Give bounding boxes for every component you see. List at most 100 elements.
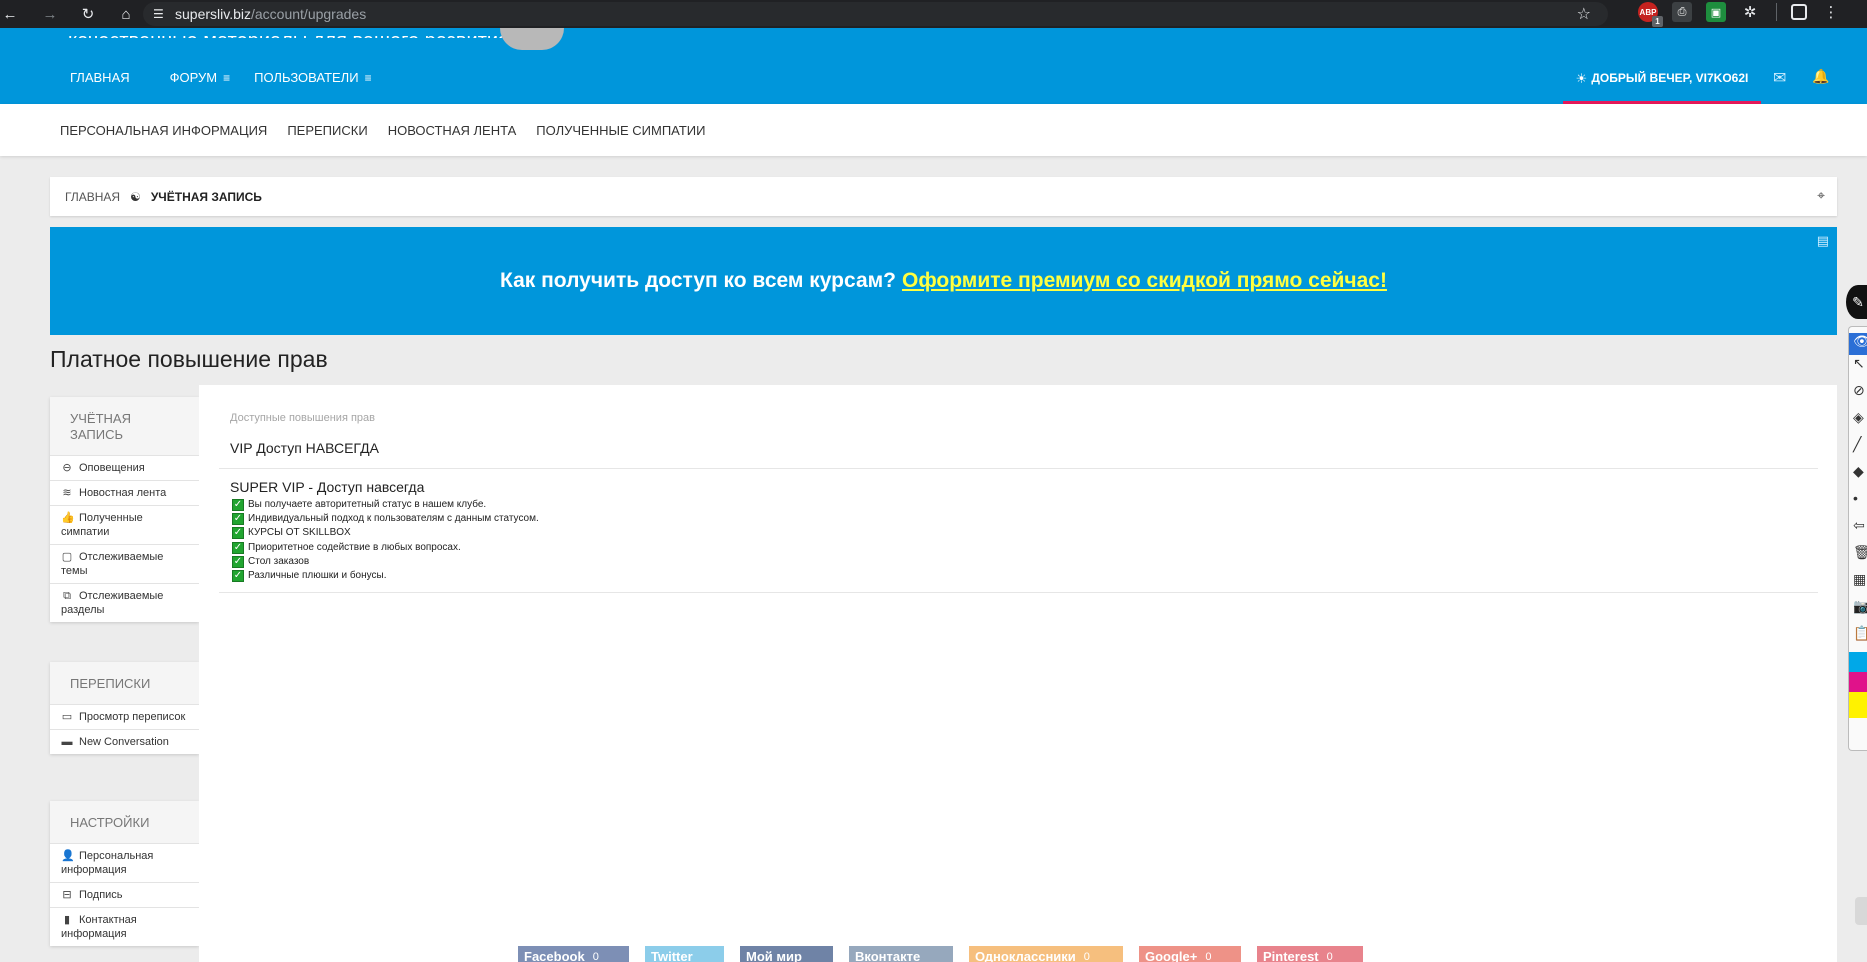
side-panel-icon[interactable] [1791,4,1807,20]
share-facebook-button[interactable]: Facebook 0 [518,946,629,962]
user-greeting-menu[interactable]: ☀ ДОБРЫЙ ВЕЧЕР, VI7KO62I [1563,71,1761,104]
message-icon: ▬ [61,736,73,748]
breadcrumb-home[interactable]: ГЛАВНАЯ [65,190,120,204]
highlighter-icon[interactable]: ◈ [1849,409,1867,436]
alert-circle-icon: ⊖ [62,462,72,474]
nav-users[interactable]: ПОЛЬЗОВАТЕЛИ ≡ [254,70,371,85]
sidebar-item-new-conversation[interactable]: ▬ New Conversation [50,729,199,754]
checkmark-icon: ✓ [232,513,244,526]
color-swatch-yellow[interactable] [1849,692,1867,718]
mail-icon[interactable]: ✉ [1773,68,1786,88]
sunset-icon: ☀ [1575,71,1588,86]
subnav-personal-info[interactable]: ПЕРСОНАЛЬНАЯ ИНФОРМАЦИЯ [60,123,267,138]
sidebar-item-label: Отслеживаемые темы [61,551,164,577]
sidebar-item-signature[interactable]: ⊟ Подпись [50,882,199,907]
bell-icon[interactable]: 🔔 [1812,68,1829,85]
banner-premium-link[interactable]: Оформите премиум со скидкой прямо сейчас… [902,269,1387,293]
subnav-news-feed[interactable]: НОВОСТНАЯ ЛЕНТА [388,123,517,138]
save-extension-icon[interactable]: ▣ [1706,2,1726,22]
upgrade-vip-title[interactable]: VIP Доступ НАВСЕГДА [230,440,379,456]
color-swatch-magenta[interactable] [1849,672,1867,692]
share-odnoklassniki-button[interactable]: Одноклассники 0 [969,946,1123,962]
upgrades-panel: Доступные повышения прав VIP Доступ НАВС… [199,385,1837,962]
feature-text: Индивидуальный подход к пользователям с … [248,513,539,525]
notice-dismiss-icon[interactable]: ▤ [1817,233,1829,249]
divider [219,468,1818,469]
forward-arrow-icon[interactable]: → [38,2,62,26]
cursor-icon[interactable]: ↖ [1849,355,1867,382]
list-item: ✓ Индивидуальный подход к пользователям с… [232,512,539,526]
vkontakte-label: Вконтакте [855,949,921,962]
comments-icon: ⧉ [63,590,71,602]
annotation-tool-toggle-icon[interactable]: ✎ [1846,285,1867,319]
sidebar-conversations-title: ПЕРЕПИСКИ [70,676,151,691]
bookmark-star-icon[interactable]: ☆ [1577,4,1591,24]
share-moimir-button[interactable]: Мой мир [740,946,833,962]
sidebar-conversations-block: ПЕРЕПИСКИ ▭ Просмотр переписок ▬ New Conve… [50,662,199,754]
nav-forum[interactable]: ФОРУМ ≡ [170,70,230,85]
checkmark-icon: ✓ [232,570,244,583]
eraser-icon[interactable]: ◆ [1849,463,1867,490]
camera-icon[interactable]: 📷 [1849,598,1867,625]
share-pinterest-button[interactable]: Pinterest 0 [1257,946,1363,962]
sidebar-item-news-feed[interactable]: ≋ Новостная лента [50,480,199,505]
sidebar-item-watched-forums[interactable]: ⧉ Отслеживаемые разделы [50,583,199,622]
sidebar-item-label: Новостная лента [79,487,167,499]
site-tagline: качественные материалы для вашего развит… [68,22,509,38]
color-swatch-cyan[interactable] [1849,652,1867,672]
signature-icon: ⊟ [62,889,72,901]
extensions-puzzle-icon[interactable]: ✲ [1740,2,1760,22]
super-vip-features: ✓ Вы получаете авторитетный статус в наше… [232,498,539,583]
sidebar-item-label: Просмотр переписок [79,711,186,723]
hide-icon[interactable]: ⊘ [1849,382,1867,409]
subnav-likes-received[interactable]: ПОЛУЧЕННЫЕ СИМПАТИИ [536,123,705,138]
sidebar-item-likes[interactable]: 👍 Полученные симпатии [50,505,199,544]
upgrade-super-vip-title[interactable]: SUPER VIP - Доступ навсегда [230,479,424,495]
sidebar-item-view-conversations[interactable]: ▭ Просмотр переписок [50,704,199,729]
back-arrow-icon[interactable]: ← [0,2,22,26]
sidebar-item-label: Оповещения [79,462,145,474]
filter-icon[interactable]: ≡ [223,71,230,85]
site-logo-mascot[interactable] [500,28,564,50]
share-twitter-button[interactable]: Twitter [645,946,724,962]
sidebar-item-watched-threads[interactable]: ▢ Отслеживаемые темы [50,544,199,583]
nav-forum-label: ФОРУМ [169,70,218,85]
site-settings-icon[interactable]: ☰ [153,7,169,21]
feature-text: Стол заказов [248,555,310,567]
sidebar-item-personal-info[interactable]: 👤 Персональная информация [50,843,199,882]
breadcrumb-separator-icon: ☯ [130,189,141,204]
share-count: 0 [1083,951,1090,962]
share-googleplus-button[interactable]: Google+ 0 [1139,946,1241,962]
browser-menu-icon[interactable]: ⋮ [1821,2,1841,22]
list-item: ✓ Вы получаете авторитетный статус в наше… [232,498,539,512]
trash-icon[interactable]: 🗑 [1849,544,1867,571]
filter-icon[interactable]: ≡ [365,71,372,85]
scroll-to-top-handle[interactable] [1855,897,1867,925]
adblock-extension-icon[interactable]: ABP 1 [1638,2,1663,27]
nav-home[interactable]: ГЛАВНАЯ [70,70,130,85]
sidebar-item-alerts[interactable]: ⊖ Оповещения [50,455,199,480]
inbox-icon: ▭ [61,711,73,723]
feature-text: Вы получаете авторитетный статус в нашем… [248,499,487,511]
list-item: ✓ Стол заказов [232,555,539,569]
sidebar-account-title: УЧЁТНАЯ ЗАПИСЬ [70,411,131,442]
subnav-conversations[interactable]: ПЕРЕПИСКИ [287,123,367,138]
location-pin-icon[interactable]: ⌖ [1817,187,1825,204]
share-vkontakte-button[interactable]: Вконтакте [849,946,953,962]
eye-icon[interactable]: 👁 [1849,333,1867,355]
sidebar-item-contact-info[interactable]: ▮ Контактная информация [50,907,199,946]
pinterest-label: Pinterest [1263,949,1319,962]
address-book-icon: ▮ [63,914,71,926]
annotation-toolbar: 👁 ↖ ⊘ ◈ ╱ ◆ • ⇦ 🗑 ▦ 📷 📋 [1848,326,1867,751]
breadcrumb-current[interactable]: УЧЁТНАЯ ЗАПИСЬ [151,190,262,204]
share-bar: Facebook 0 Twitter Мой мир Вконтакте Одно… [518,946,1379,962]
print-extension-icon[interactable]: ⎙ [1672,2,1692,22]
sidebar-account-block: УЧЁТНАЯ ЗАПИСЬ ⊖ Оповещения ≋ Новостная ле… [50,397,199,622]
clipboard-icon[interactable]: 📋 [1849,625,1867,652]
pen-icon[interactable]: ╱ [1849,436,1867,463]
banner-text: Как получить доступ ко всем курсам? [500,269,896,292]
main-nav: ГЛАВНАЯ ФОРУМ ≡ ПОЛЬЗОВАТЕЛИ ≡ [70,70,412,85]
dot-icon[interactable]: • [1849,490,1867,517]
undo-icon[interactable]: ⇦ [1849,517,1867,544]
board-icon[interactable]: ▦ [1849,571,1867,598]
